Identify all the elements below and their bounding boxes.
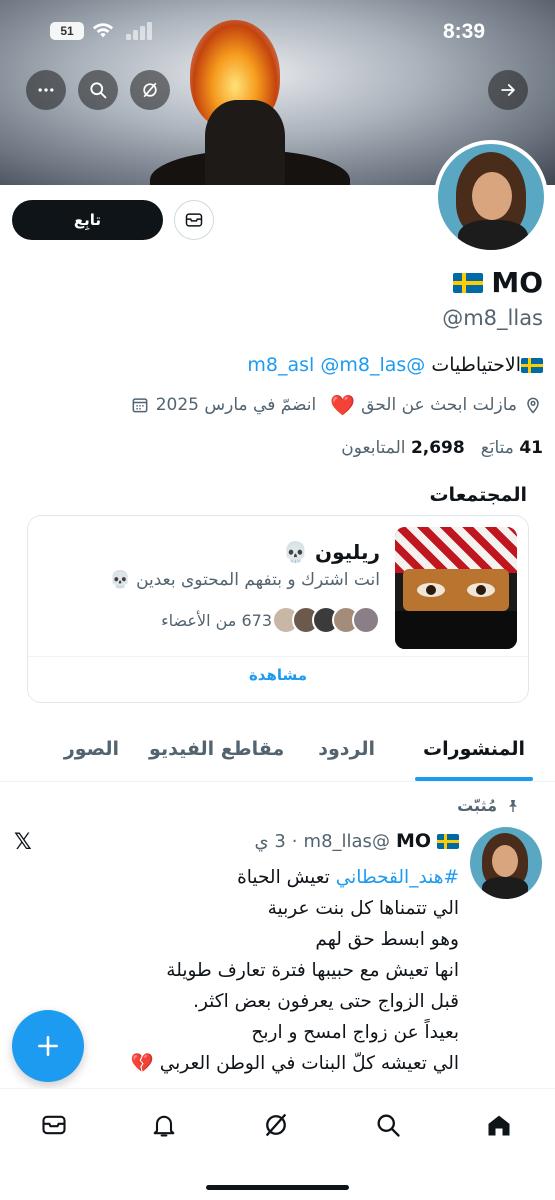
follow-button[interactable]: تابِع — [12, 200, 163, 240]
sweden-flag-icon — [453, 272, 484, 293]
bio-text: الاحتياطيات — [431, 354, 521, 376]
grok-icon — [143, 82, 157, 98]
search-icon — [90, 82, 107, 99]
profile-stats: 41 متابَع 2,698 المتابعون — [341, 438, 543, 458]
message-button[interactable] — [174, 200, 214, 240]
members-count: 673 من الأعضاء — [161, 610, 272, 630]
avatar — [352, 606, 380, 634]
bell-icon — [153, 1115, 175, 1137]
followers-link[interactable]: 2,698 المتابعون — [341, 438, 464, 458]
profile-bio: الاحتياطيات @m8_asl @m8_las — [247, 354, 543, 376]
display-name: MO — [491, 266, 543, 299]
profile-handle: @m8_llas — [442, 306, 543, 330]
profile-avatar[interactable] — [434, 140, 548, 254]
status-bar: 51 8:39 — [0, 18, 555, 48]
search-button[interactable] — [78, 70, 118, 110]
calendar-icon — [132, 398, 148, 413]
tweet-header: MO @m8_llas · 3 ي — [255, 830, 459, 852]
community-description: انت اشترك و بتفهم المحتوى بعدين 💀 — [109, 570, 381, 590]
banner-head — [205, 100, 285, 185]
battery-indicator: 51 — [50, 22, 84, 40]
location-icon — [527, 397, 539, 414]
wifi-icon — [92, 20, 114, 44]
joined-date: انضمّ في مارس 2025 — [155, 395, 317, 415]
following-link[interactable]: 41 متابَع — [481, 438, 543, 458]
nav-grok[interactable] — [260, 1109, 292, 1141]
tweet-time: 3 ي — [254, 830, 286, 852]
back-button[interactable] — [488, 70, 528, 110]
more-button[interactable] — [26, 70, 66, 110]
grok-button[interactable] — [130, 70, 170, 110]
nav-notifications[interactable] — [148, 1109, 180, 1141]
location-text: مازلت ابحث عن الحق — [361, 395, 517, 415]
x-logo-icon: 𝕏 — [14, 830, 32, 855]
nav-search[interactable] — [372, 1109, 404, 1141]
community-name: ريليون 💀 — [283, 540, 380, 564]
bottom-navigation — [0, 1088, 555, 1200]
plus-icon — [38, 1036, 58, 1056]
heart-emoji: ❤️ — [330, 393, 356, 417]
pin-icon — [509, 799, 517, 812]
nav-home[interactable] — [483, 1109, 515, 1141]
community-card[interactable]: ريليون 💀 انت اشترك و بتفهم المحتوى بعدين… — [27, 515, 529, 703]
grok-icon — [265, 1113, 287, 1137]
more-icon — [38, 88, 54, 92]
bio-link-m8-las[interactable]: @m8_las — [320, 354, 406, 376]
sweden-flag-icon — [521, 358, 543, 373]
status-time: 8:39 — [442, 20, 485, 43]
home-indicator — [206, 1185, 349, 1190]
tab-videos[interactable]: مقاطع الفيديو — [149, 730, 284, 781]
nav-messages[interactable] — [38, 1109, 70, 1141]
tweet-author-handle: @m8_llas — [303, 830, 390, 852]
mail-icon — [185, 213, 203, 227]
tab-posts[interactable]: المنشورات — [415, 730, 533, 781]
hashtag-link[interactable]: #هند_القحطاني — [336, 867, 459, 888]
pinned-indicator: مُثبّت — [457, 796, 521, 815]
forward-arrow-icon — [501, 84, 515, 96]
view-community-button[interactable]: مشاهدة — [28, 666, 528, 684]
sweden-flag-icon — [437, 833, 459, 849]
tweet-text[interactable]: #هند_القحطاني تعيش الحياة الي تتمناها كل… — [19, 862, 459, 1079]
tab-photos[interactable]: الصور — [64, 730, 119, 781]
profile-meta: مازلت ابحث عن الحق ❤️ انضمّ في مارس 2025 — [130, 393, 543, 417]
communities-title: المجتمعات — [429, 484, 527, 506]
tweet-author-name[interactable]: MO — [396, 830, 431, 852]
mail-icon — [42, 1115, 66, 1135]
community-image — [395, 527, 517, 649]
community-members: 673 من الأعضاء — [161, 606, 380, 634]
member-avatars — [272, 606, 380, 634]
tweet-avatar[interactable] — [470, 827, 542, 899]
profile-name: MO — [453, 266, 543, 299]
search-icon — [377, 1114, 400, 1137]
compose-button[interactable] — [12, 1010, 84, 1082]
divider — [28, 656, 528, 657]
cellular-signal-icon — [126, 22, 154, 40]
tab-replies[interactable]: الردود — [318, 730, 375, 781]
profile-tabs: المنشورات الردود مقاطع الفيديو الصور — [0, 730, 555, 782]
home-icon — [488, 1115, 510, 1136]
